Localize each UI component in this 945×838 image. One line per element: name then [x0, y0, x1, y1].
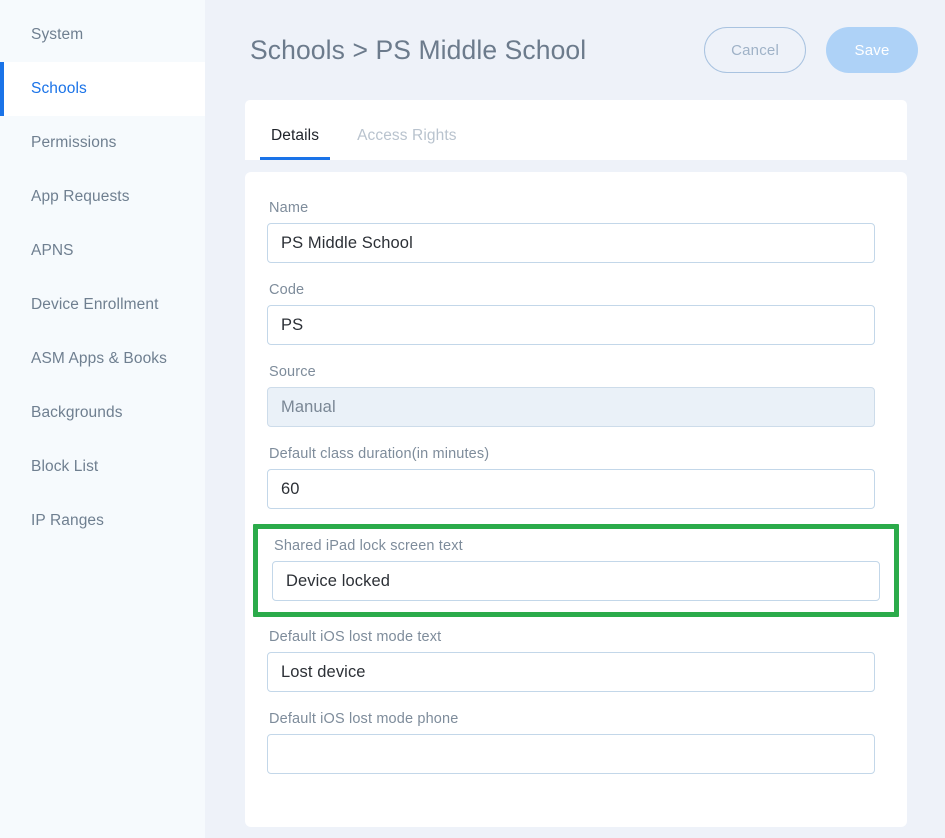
sidebar-item-device-enrollment[interactable]: Device Enrollment: [0, 278, 205, 332]
sidebar-item-label: Schools: [31, 80, 87, 97]
field-input-default-class-duration-in-minutes[interactable]: [267, 469, 875, 509]
tab-details[interactable]: Details: [259, 127, 331, 160]
details-form-card: Name Code Source Default class duration(in …: [245, 172, 907, 827]
sidebar-item-schools[interactable]: Schools: [0, 62, 205, 116]
field-name: Name: [267, 196, 885, 267]
sidebar-item-label: Block List: [31, 458, 99, 475]
sidebar-item-label: Backgrounds: [31, 404, 123, 421]
sidebar-item-apns[interactable]: APNS: [0, 224, 205, 278]
sidebar-item-label: Device Enrollment: [31, 296, 159, 313]
sidebar-item-label: System: [31, 26, 84, 43]
field-default-ios-lost-mode-phone: Default iOS lost mode phone: [267, 707, 885, 778]
field-input-default-ios-lost-mode-phone[interactable]: [267, 734, 875, 774]
field-input-default-ios-lost-mode-text[interactable]: [267, 652, 875, 692]
field-input-source: [267, 387, 875, 427]
sidebar-item-app-requests[interactable]: App Requests: [0, 170, 205, 224]
header-actions: Cancel Save: [704, 27, 918, 73]
sidebar-item-label: APNS: [31, 242, 74, 259]
field-input-shared-ipad-lock-screen-text[interactable]: [272, 561, 880, 601]
sidebar-item-backgrounds[interactable]: Backgrounds: [0, 386, 205, 440]
field-input-code[interactable]: [267, 305, 875, 345]
sidebar-item-label: ASM Apps & Books: [31, 350, 167, 367]
field-label-code: Code: [269, 282, 305, 298]
sidebar-item-system[interactable]: System: [0, 8, 205, 62]
sidebar-nav-list: System Schools Permissions App Requests APNS…: [0, 8, 205, 548]
app-root: System Schools Permissions App Requests APNS…: [0, 0, 945, 838]
sidebar-item-ip-ranges[interactable]: IP Ranges: [0, 494, 205, 548]
tabs-card-divider: [245, 160, 936, 172]
sidebar-item-label: App Requests: [31, 188, 130, 205]
tab-access-rights[interactable]: Access Rights: [351, 127, 463, 160]
field-default-class-duration-in-minutes: Default class duration(in minutes): [267, 442, 885, 513]
sidebar-item-permissions[interactable]: Permissions: [0, 116, 205, 170]
field-shared-ipad-lock-screen-text: Shared iPad lock screen text: [253, 524, 899, 617]
save-button[interactable]: Save: [826, 27, 918, 73]
tab-bar: Details Access Rights: [245, 100, 907, 160]
field-label-default-class-duration-in-minutes: Default class duration(in minutes): [269, 446, 490, 462]
sidebar-item-label: IP Ranges: [31, 512, 104, 529]
field-label-shared-ipad-lock-screen-text: Shared iPad lock screen text: [274, 538, 463, 554]
cancel-button[interactable]: Cancel: [704, 27, 806, 73]
page-header: Schools > PS Middle School Cancel Save: [245, 0, 936, 100]
field-label-default-ios-lost-mode-text: Default iOS lost mode text: [269, 629, 442, 645]
field-source: Source: [267, 360, 885, 431]
sidebar-item-block-list[interactable]: Block List: [0, 440, 205, 494]
field-code: Code: [267, 278, 885, 349]
field-label-name: Name: [269, 200, 309, 216]
main-content: Schools > PS Middle School Cancel Save D…: [205, 0, 945, 838]
page-title: Schools > PS Middle School: [250, 34, 587, 65]
field-label-source: Source: [269, 364, 316, 380]
field-label-default-ios-lost-mode-phone: Default iOS lost mode phone: [269, 711, 459, 727]
field-default-ios-lost-mode-text: Default iOS lost mode text: [267, 625, 885, 696]
sidebar-item-label: Permissions: [31, 134, 117, 151]
sidebar: System Schools Permissions App Requests APNS…: [0, 0, 205, 838]
sidebar-item-asm-apps-books[interactable]: ASM Apps & Books: [0, 332, 205, 386]
field-input-name[interactable]: [267, 223, 875, 263]
